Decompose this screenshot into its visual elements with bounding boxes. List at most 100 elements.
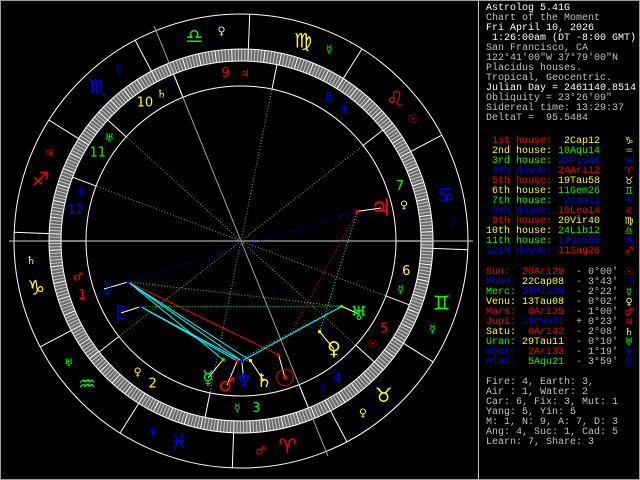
house-ruler-icon: ♅ xyxy=(104,132,114,145)
house-ruler-icon: ♃ xyxy=(240,68,250,81)
astrolog-window: ♈ ♂ ♉ ♀ ♊ ☿ ♋ ☽ ♌ ☉ ♍ ☿ ♎ ♀ ♏ ♇ ♐ ♃ ♑ ♄ ♒ ♅ ♓ ♆ 1 ♂ 2 ♀ 3 ☿ 4 ☽ 5 ☉ 6 ☿ 7 ♀ 8 ♆… xyxy=(0,0,640,480)
pluto-icon: ♇ xyxy=(112,302,129,324)
house-cusp-guide xyxy=(240,240,387,297)
sign-boundary xyxy=(342,48,363,79)
house-number: 10 xyxy=(137,96,154,111)
mercury-icon: ☿ xyxy=(202,367,214,389)
moon-icon: ☽ xyxy=(95,278,112,300)
house-cusp-value: 11Sag26 xyxy=(557,246,600,257)
sign-boundary xyxy=(403,342,434,363)
sun-point xyxy=(277,353,281,357)
sign-boundary xyxy=(330,410,348,443)
house-cusp-line xyxy=(204,392,211,418)
house-cusp-line xyxy=(72,176,97,187)
aries-sign-icon: ♈ xyxy=(279,434,297,458)
house-ruler-icon: ☿ xyxy=(397,283,404,296)
house-cusp-line xyxy=(362,129,384,146)
house-ruler-icon: ♄ xyxy=(157,88,167,101)
neptune-point xyxy=(240,359,244,363)
sign-boundary xyxy=(410,134,443,152)
house-ruler-icon: ♆ xyxy=(76,186,86,199)
sign-boundary xyxy=(134,39,152,72)
uranus-point xyxy=(340,304,344,308)
house-ruler-icon: ♂ xyxy=(73,271,83,284)
degree-tick xyxy=(420,231,433,233)
house-cusps-table: 1st house: 2Cap12 ♑ 2nd house: 10Aqu14 ♒ 3rd h… xyxy=(486,137,638,257)
aspect-line-moon-saturn xyxy=(127,281,251,362)
house-number: 2 xyxy=(148,376,156,391)
sagittarius-ruler-icon: ♃ xyxy=(44,146,54,159)
cancer-sign-icon: ♋ xyxy=(437,182,455,206)
libra-sign-icon: ♎ xyxy=(186,24,204,48)
sign-boundary xyxy=(231,432,235,468)
house-ruler-icon: ♀ xyxy=(400,198,408,211)
pluto-point xyxy=(139,305,143,309)
scorpio-sign-icon: ♏ xyxy=(89,75,107,99)
house-number: 7 xyxy=(396,179,404,194)
leo-sign-icon: ♌ xyxy=(386,86,404,110)
pluto-icon: ♇ xyxy=(624,357,634,368)
planet-motion: - 3°59' xyxy=(576,357,619,368)
planet-name: Plut: xyxy=(486,357,517,368)
house-ruler-icon: ♀ xyxy=(134,366,142,379)
scorpio-ruler-icon: ♇ xyxy=(114,62,124,75)
pisces-ruler-icon: ♆ xyxy=(148,426,158,439)
virgo-ruler-icon: ☿ xyxy=(326,43,333,56)
aspect-line-moon-neptune xyxy=(127,281,243,362)
house-cusp-line xyxy=(385,295,410,306)
learn-share-line: Learn: 7, Share: 3 xyxy=(486,437,595,448)
degree-tick xyxy=(231,49,233,62)
mercury-point xyxy=(221,358,225,362)
taurus-sign-icon: ♉ xyxy=(375,383,393,407)
house-ruler-icon: ♆ xyxy=(339,103,349,116)
house-number: 6 xyxy=(402,264,410,279)
house-cusp-line xyxy=(173,73,184,98)
house-number: 4 xyxy=(333,371,341,386)
degree-tick xyxy=(249,420,251,433)
jupiter-icon: ♃ xyxy=(370,194,392,222)
house-number: 3 xyxy=(252,401,260,416)
leo-ruler-icon: ☉ xyxy=(408,113,418,126)
house-ruler-icon: ☉ xyxy=(368,337,378,350)
sign-boundary xyxy=(14,231,50,235)
house-row: 12th house: 11Sag26 ♐ xyxy=(486,247,638,257)
sun-icon: ☉ xyxy=(274,364,296,392)
uranus-icon: ♅ xyxy=(350,303,367,325)
degree-tick xyxy=(49,229,62,232)
sign-boundary xyxy=(48,119,79,140)
house-number: 12 xyxy=(67,203,84,218)
capricorn-sign-icon: ♑ xyxy=(27,276,45,300)
taurus-ruler-icon: ♀ xyxy=(359,407,367,420)
saturn-point xyxy=(248,359,252,363)
element-summary: Fire: 4, Earth: 3, Air : 1, Water: 2 Car… xyxy=(486,378,638,448)
sign-boundary xyxy=(247,14,251,50)
libra-ruler-icon: ♀ xyxy=(217,24,225,37)
house-cusp-line xyxy=(98,336,120,353)
house-number: 5 xyxy=(380,321,388,336)
mars-icon: ♂ xyxy=(218,374,235,396)
aspect-line-pluto-neptune xyxy=(140,306,242,362)
house-number: 1 xyxy=(78,288,86,303)
house-cusp-guide xyxy=(240,89,273,242)
planet-position: 5Aqu21 xyxy=(527,357,564,368)
degree-tick xyxy=(49,249,62,251)
venus-icon: ♀ xyxy=(327,338,341,360)
degree-tick xyxy=(250,49,253,62)
mars-point xyxy=(235,359,239,363)
cancer-ruler-icon: ☽ xyxy=(446,215,456,228)
house-number: 11 xyxy=(89,146,106,161)
planet-row-pluto: Plut: 5Aqu21 - 3°59' ♇ xyxy=(486,358,638,368)
degree-tick xyxy=(420,250,433,253)
sagittarius-sign-icon: ♐ xyxy=(31,167,49,191)
house-ruler-icon: ☽ xyxy=(315,381,325,394)
planet-positions-table: Sun: 20Ari29- 0°00' ☉ Moon: 22Cap08- 3°43' ☽ M… xyxy=(486,268,638,368)
house-number: 8 xyxy=(325,91,333,106)
pisces-sign-icon: ♓ xyxy=(170,430,188,454)
sign-boundary xyxy=(432,247,468,251)
aries-ruler-icon: ♂ xyxy=(256,445,266,458)
sign-boundary xyxy=(119,403,140,434)
capricorn-ruler-icon: ♄ xyxy=(26,254,36,267)
house-cusp-guide xyxy=(95,185,242,242)
aquarius-sign-icon: ♒ xyxy=(78,372,96,396)
house-cusp-line xyxy=(298,384,309,409)
